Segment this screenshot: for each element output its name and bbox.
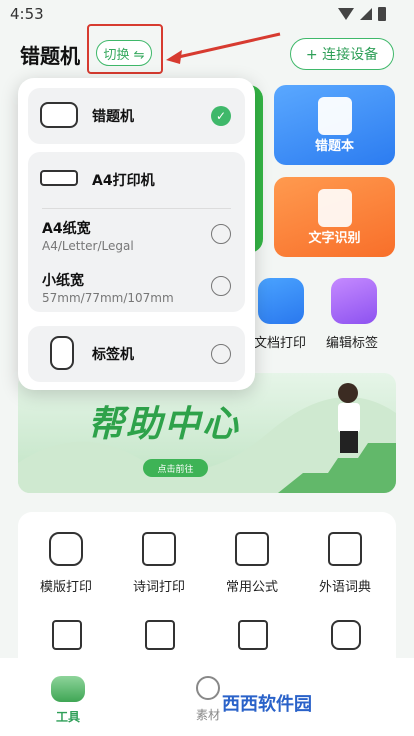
banner-title: 帮助中心	[88, 404, 241, 445]
device-option-mistake-printer[interactable]: 错题机 ✓	[28, 88, 245, 144]
template-icon	[49, 532, 83, 566]
tool-dictionary[interactable]: 外语词典	[305, 532, 385, 595]
tool-poem-print[interactable]: 诗词打印	[119, 532, 199, 595]
status-time: 4:53	[10, 5, 44, 23]
text-a-icon[interactable]	[238, 620, 268, 650]
a4-printer-icon	[40, 170, 78, 186]
help-center-banner[interactable]: 帮助中心 点击前往	[18, 373, 396, 493]
banner-button[interactable]: 点击前往	[143, 459, 208, 477]
device-switch-popup: 错题机 ✓ A4打印机 A4纸宽 A4/Letter/Legal 小纸宽 57m…	[18, 78, 255, 390]
option-small-width[interactable]: 小纸宽 57mm/77mm/107mm	[28, 260, 245, 312]
printer-tab-icon	[51, 676, 85, 702]
tag-icon[interactable]	[331, 278, 377, 324]
folder-icon[interactable]	[258, 278, 304, 324]
page-title: 错题机	[20, 44, 80, 68]
device-name: A4打印机	[92, 173, 155, 189]
status-bar: 4:53	[0, 0, 414, 28]
materials-tab-icon	[196, 676, 220, 700]
selected-check-icon[interactable]: ✓	[211, 106, 231, 126]
connect-device-button[interactable]: + 连接设备	[290, 38, 394, 70]
edit-tag-label: 编辑标签	[326, 336, 379, 351]
tool-label: 模版打印	[39, 580, 92, 595]
annotation-box	[87, 24, 163, 74]
tab-tools-label: 工具	[55, 710, 80, 724]
tab-tools[interactable]: 工具	[48, 676, 88, 725]
tool-label: 外语词典	[318, 580, 371, 595]
option-a4-width[interactable]: A4纸宽 A4/Letter/Legal	[28, 208, 245, 260]
text-recognition-label: 文字识别	[308, 231, 361, 246]
status-icons	[338, 7, 386, 21]
mistake-book-label: 错题本	[314, 139, 354, 154]
tool-label: 诗词打印	[132, 580, 185, 595]
option-desc: A4/Letter/Legal	[42, 239, 134, 253]
tool-formulas[interactable]: 常用公式	[212, 532, 292, 595]
tab-bar: 工具 素材 西西软件园	[0, 658, 414, 736]
dictionary-icon	[328, 532, 362, 566]
radio-button[interactable]	[211, 224, 231, 244]
printer-icon[interactable]	[331, 620, 361, 650]
translate-icon[interactable]	[145, 620, 175, 650]
doc-search-icon[interactable]	[52, 620, 82, 650]
annotation-arrow	[166, 32, 281, 64]
notebook-icon	[318, 97, 352, 135]
mistake-book-card[interactable]: 错题本	[274, 85, 395, 165]
text-recognition-card[interactable]: 文字识别	[274, 177, 395, 257]
signal-icon	[360, 8, 372, 20]
device-name: 标签机	[92, 347, 134, 363]
label-printer-icon	[50, 336, 74, 370]
doc-print-label: 文档打印	[254, 336, 307, 351]
tool-template-print[interactable]: 模版打印	[26, 532, 106, 595]
wifi-icon	[338, 8, 354, 20]
tools-card: 模版打印 诗词打印 常用公式 外语词典	[18, 512, 396, 682]
scan-text-icon	[318, 189, 352, 227]
formula-icon	[235, 532, 269, 566]
mistake-printer-icon	[40, 102, 78, 128]
option-desc: 57mm/77mm/107mm	[42, 291, 174, 305]
radio-button[interactable]	[211, 344, 231, 364]
watermark: 西西软件园	[222, 694, 312, 715]
radio-button[interactable]	[211, 276, 231, 296]
poem-book-icon	[142, 532, 176, 566]
battery-icon	[378, 7, 386, 21]
device-group-a4: A4打印机 A4纸宽 A4/Letter/Legal 小纸宽 57mm/77mm…	[28, 152, 245, 312]
tool-label: 常用公式	[225, 580, 278, 595]
option-title: 小纸宽	[42, 273, 84, 289]
device-option-label-printer[interactable]: 标签机	[28, 326, 245, 382]
device-name: 错题机	[92, 109, 134, 125]
option-title: A4纸宽	[42, 221, 91, 237]
